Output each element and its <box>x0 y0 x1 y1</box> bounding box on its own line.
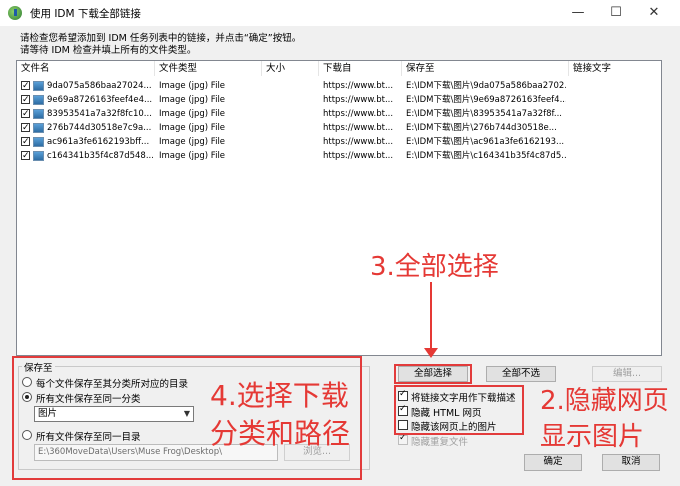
cell-saveto: E:\IDM下载\图片\ac961a3fe6162193... <box>406 137 565 147</box>
cell-filename: 9da075a586baa27024... <box>47 81 152 91</box>
cell-from: https://www.bt... <box>323 151 394 161</box>
cell-saveto: E:\IDM下载\图片\276b744d30518e... <box>406 123 557 133</box>
image-file-icon <box>33 123 44 133</box>
cell-type: Image (jpg) File <box>159 123 226 133</box>
cell-saveto: E:\IDM下载\图片\83953541a7a32f8f... <box>406 109 562 119</box>
cell-type: Image (jpg) File <box>159 137 226 147</box>
maximize-button[interactable]: ☐ <box>596 2 636 24</box>
idm-app-icon <box>8 6 22 20</box>
image-file-icon <box>33 109 44 119</box>
cell-filename: ac961a3fe6162193bff... <box>47 137 150 147</box>
image-file-icon <box>33 95 44 105</box>
row-checkbox[interactable] <box>21 135 30 149</box>
annotation-box-hide-options <box>394 385 524 435</box>
title-bar: 使用 IDM 下载全部链接 — ☐ ✕ <box>0 0 680 26</box>
row-checkbox[interactable] <box>21 149 30 163</box>
window-title: 使用 IDM 下载全部链接 <box>30 8 141 20</box>
cell-from: https://www.bt... <box>323 81 394 91</box>
instruction-line-2: 请等待 IDM 检查并填上所有的文件类型。 <box>20 45 197 56</box>
column-header-size[interactable]: 大小 <box>262 61 319 76</box>
cell-type: Image (jpg) File <box>159 151 226 161</box>
table-row[interactable]: c164341b35f4c87d548... Image (jpg) File … <box>17 149 661 163</box>
table-row[interactable]: 9e69a8726163feef4e4... Image (jpg) File … <box>17 93 661 107</box>
idm-download-all-dialog: 使用 IDM 下载全部链接 — ☐ ✕ 请检查您希望添加到 IDM 任务列表中的… <box>0 0 680 486</box>
row-checkbox[interactable] <box>21 93 30 107</box>
annotation-step-4-line2: 分类和路径 <box>210 417 351 450</box>
image-file-icon <box>33 137 44 147</box>
image-file-icon <box>33 81 44 91</box>
cell-filename: 276b744d30518e7c9a... <box>47 123 152 133</box>
table-row[interactable]: 9da075a586baa27024... Image (jpg) File h… <box>17 79 661 93</box>
table-row[interactable]: ac961a3fe6162193bff... Image (jpg) File … <box>17 135 661 149</box>
hide-duplicates-label: 隐藏重复文件 <box>411 437 469 448</box>
cell-from: https://www.bt... <box>323 123 394 133</box>
cell-from: https://www.bt... <box>323 109 394 119</box>
column-header-saveto[interactable]: 保存至 <box>402 61 569 76</box>
cell-type: Image (jpg) File <box>159 109 226 119</box>
cell-filename: 83953541a7a32f8fc10... <box>47 109 152 119</box>
cell-saveto: E:\IDM下载\图片\c164341b35f4c87d5... <box>406 151 566 161</box>
links-table[interactable]: 文件名 文件类型 大小 下载自 保存至 链接文字 9da075a586baa27… <box>16 60 662 356</box>
cell-saveto: E:\IDM下载\图片\9e69a8726163feef4... <box>406 95 566 105</box>
table-row[interactable]: 83953541a7a32f8fc10... Image (jpg) File … <box>17 107 661 121</box>
cell-filename: c164341b35f4c87d548... <box>47 151 153 161</box>
cell-saveto: E:\IDM下载\图片\9da075a586baa2702... <box>406 81 566 91</box>
cell-from: https://www.bt... <box>323 137 394 147</box>
cell-filename: 9e69a8726163feef4e4... <box>47 95 153 105</box>
annotation-box-select-all <box>394 364 472 384</box>
ok-button[interactable]: 确定 <box>524 454 582 471</box>
column-header-linktext[interactable]: 链接文字 <box>569 61 661 76</box>
cell-from: https://www.bt... <box>323 95 394 105</box>
row-checkbox[interactable] <box>21 79 30 93</box>
annotation-step-2-line1: 2.隐藏网页 <box>540 386 669 416</box>
annotation-step-4-line1: 4.选择下载 <box>210 379 349 412</box>
annotation-step-3: 3.全部选择 <box>370 252 499 282</box>
column-header-type[interactable]: 文件类型 <box>155 61 262 76</box>
cell-type: Image (jpg) File <box>159 95 226 105</box>
annotation-arrow-head <box>424 348 438 358</box>
minimize-button[interactable]: — <box>558 2 598 24</box>
column-header-from[interactable]: 下载自 <box>319 61 402 76</box>
annotation-arrow-line <box>430 282 432 352</box>
row-checkbox[interactable] <box>21 121 30 135</box>
close-button[interactable]: ✕ <box>634 2 674 24</box>
column-header-filename[interactable]: 文件名 <box>17 61 155 76</box>
hide-duplicates-checkbox[interactable] <box>398 433 408 445</box>
cancel-button[interactable]: 取消 <box>602 454 660 471</box>
table-row[interactable]: 276b744d30518e7c9a... Image (jpg) File h… <box>17 121 661 135</box>
cell-type: Image (jpg) File <box>159 81 226 91</box>
row-checkbox[interactable] <box>21 107 30 121</box>
image-file-icon <box>33 151 44 161</box>
annotation-step-2-line2: 显示图片 <box>540 422 645 452</box>
